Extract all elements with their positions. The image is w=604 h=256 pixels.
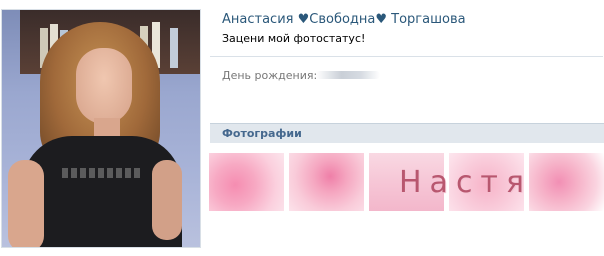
left-arm-shape: [8, 160, 44, 247]
divider: [210, 56, 603, 57]
profile-name: Анастасия ♥Свободна♥ Торгашова: [222, 12, 466, 27]
face-shape: [76, 48, 132, 124]
profile-photo[interactable]: [1, 9, 201, 248]
photo-thumbnail[interactable]: [209, 153, 284, 211]
photos-section-header[interactable]: Фотографии: [210, 123, 604, 143]
photo-status-text: Настя: [399, 165, 532, 200]
photos-section-title[interactable]: Фотографии: [222, 127, 302, 140]
birthday-label: День рождения:: [222, 69, 318, 82]
photo-status-strip: Настя: [209, 153, 604, 213]
photo-thumbnail[interactable]: [289, 153, 364, 211]
shirt-print: [62, 168, 142, 178]
right-arm-shape: [152, 160, 182, 240]
photo-thumbnail[interactable]: [529, 153, 604, 211]
birthday-value-blurred: [316, 71, 380, 79]
profile-status[interactable]: Зацени мой фотостатус!: [222, 32, 365, 45]
